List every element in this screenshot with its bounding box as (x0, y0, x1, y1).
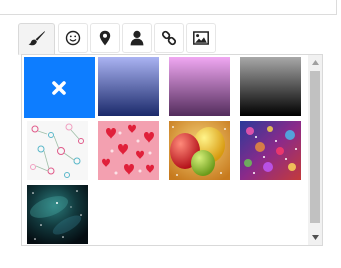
background-tool-button[interactable] (18, 23, 55, 55)
swatch-floral-pattern[interactable] (27, 121, 88, 180)
user-icon (130, 30, 144, 46)
image-icon (193, 31, 209, 45)
swatch-galaxy-image[interactable] (27, 185, 88, 244)
emoji-button[interactable] (58, 23, 88, 53)
swatch-blue-gradient[interactable] (98, 57, 159, 116)
swatch-balloons-image[interactable] (169, 121, 230, 180)
screen (0, 0, 341, 268)
swatch-purple-gradient[interactable] (169, 57, 230, 116)
location-button[interactable] (90, 23, 120, 53)
formatting-toolbar (18, 23, 218, 55)
smiley-icon (65, 30, 81, 46)
scroll-up-arrow-icon[interactable] (308, 56, 322, 69)
picker-scrollbar[interactable] (308, 55, 322, 245)
person-button[interactable] (122, 23, 152, 53)
scroll-down-arrow-icon[interactable] (308, 231, 322, 244)
link-button[interactable] (154, 23, 184, 53)
close-icon (52, 81, 66, 95)
link-icon (161, 30, 177, 46)
map-marker-icon (98, 30, 112, 46)
message-composer[interactable] (0, 0, 337, 15)
paintbrush-icon (28, 30, 46, 48)
scrollbar-thumb[interactable] (310, 71, 320, 223)
swatch-glitter-image[interactable] (240, 121, 301, 180)
image-button[interactable] (186, 23, 216, 53)
background-picker-panel (21, 54, 323, 246)
swatch-no-background[interactable] (24, 57, 95, 118)
swatch-gray-gradient[interactable] (240, 57, 301, 116)
swatch-hearts-pattern[interactable] (98, 121, 159, 180)
